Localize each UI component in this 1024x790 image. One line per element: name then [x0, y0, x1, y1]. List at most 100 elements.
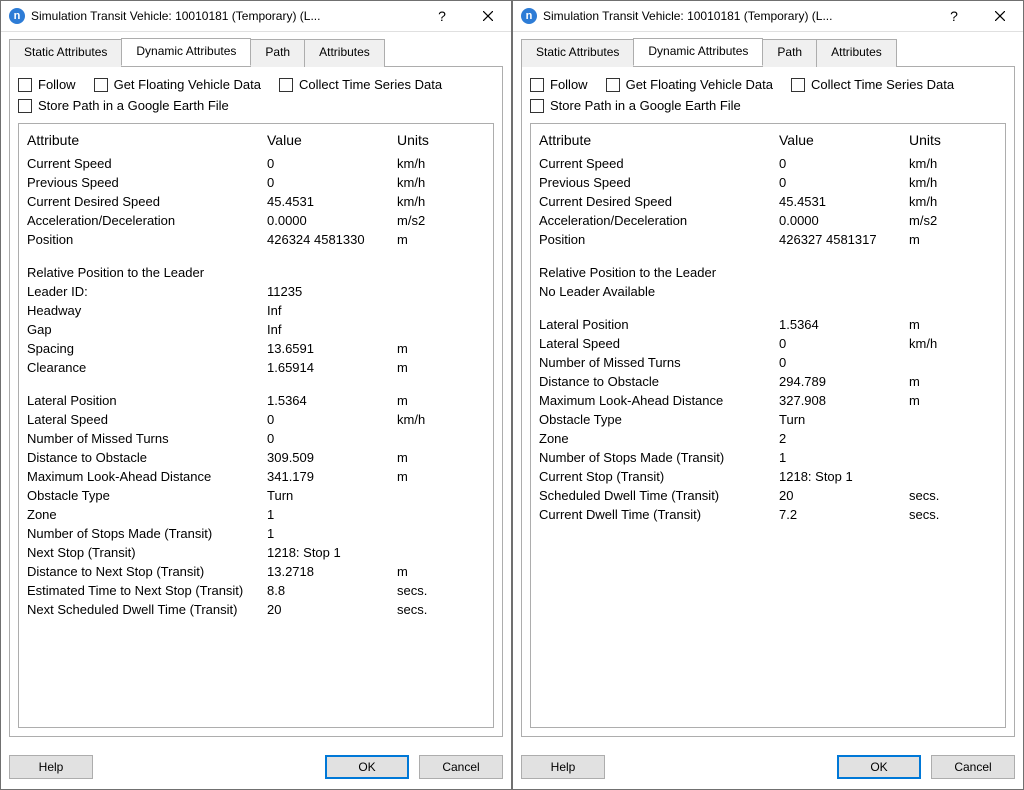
tab-path[interactable]: Path: [250, 39, 305, 67]
close-icon: [483, 11, 493, 21]
attr-units: km/h: [397, 154, 485, 173]
check-label: Store Path in a Google Earth File: [38, 98, 229, 113]
attr-units: [397, 263, 485, 282]
window-title: Simulation Transit Vehicle: 10010181 (Te…: [31, 9, 419, 23]
tab-path[interactable]: Path: [762, 39, 817, 67]
table-row: Scheduled Dwell Time (Transit)20secs.: [539, 486, 997, 505]
attr-units: [909, 467, 997, 486]
attr-value: Inf: [267, 301, 397, 320]
checkbox-icon: [18, 99, 32, 113]
dialog-body: Static AttributesDynamic AttributesPathA…: [1, 32, 511, 745]
attr-units: [909, 448, 997, 467]
tab-static-attributes[interactable]: Static Attributes: [9, 39, 122, 67]
attr-value: 0: [779, 173, 909, 192]
cancel-button[interactable]: Cancel: [931, 755, 1015, 779]
attr-units: km/h: [909, 154, 997, 173]
attr-value: 0: [267, 154, 397, 173]
tab-static-attributes[interactable]: Static Attributes: [521, 39, 634, 67]
attr-units: m: [909, 391, 997, 410]
titlebar-help-button[interactable]: ?: [931, 1, 977, 31]
table-row: Lateral Position1.5364m: [539, 315, 997, 334]
titlebar-close-button[interactable]: [465, 1, 511, 31]
check-label: Get Floating Vehicle Data: [114, 77, 261, 92]
check-collect[interactable]: Collect Time Series Data: [279, 77, 442, 92]
check-collect[interactable]: Collect Time Series Data: [791, 77, 954, 92]
attr-value: 0: [267, 429, 397, 448]
checkbox-icon: [279, 78, 293, 92]
attr-value: 13.2718: [267, 562, 397, 581]
tab-dynamic-attributes[interactable]: Dynamic Attributes: [633, 38, 763, 66]
check-follow[interactable]: Follow: [18, 77, 76, 92]
ok-button[interactable]: OK: [837, 755, 921, 779]
attr-name: Distance to Obstacle: [539, 372, 779, 391]
check-label: Get Floating Vehicle Data: [626, 77, 773, 92]
attr-name: Leader ID:: [27, 282, 267, 301]
table-row: Relative Position to the Leader: [27, 263, 485, 282]
checkbox-icon: [18, 78, 32, 92]
check-store[interactable]: Store Path in a Google Earth File: [530, 98, 741, 113]
attr-value: 11235: [267, 282, 397, 301]
table-row: Number of Missed Turns0: [27, 429, 485, 448]
attr-value: 426324 4581330: [267, 230, 397, 249]
attr-value: 1218: Stop 1: [267, 543, 397, 562]
table-row: Current Speed0km/h: [27, 154, 485, 173]
attr-value: 0: [267, 173, 397, 192]
attr-name: Lateral Position: [539, 315, 779, 334]
attr-value: 0: [267, 410, 397, 429]
attr-value: 13.6591: [267, 339, 397, 358]
titlebar-help-button[interactable]: ?: [419, 1, 465, 31]
attr-units: [909, 282, 997, 301]
attr-value: 1: [267, 524, 397, 543]
table-row: No Leader Available: [539, 282, 997, 301]
attr-units: secs.: [397, 581, 485, 600]
table-row: Previous Speed0km/h: [539, 173, 997, 192]
tab-attributes[interactable]: Attributes: [304, 39, 385, 67]
header-attribute: Attribute: [539, 128, 779, 154]
table-row: Number of Missed Turns0: [539, 353, 997, 372]
cancel-button[interactable]: Cancel: [419, 755, 503, 779]
table-row: Lateral Speed0km/h: [27, 410, 485, 429]
tab-content: Follow Get Floating Vehicle Data Collect T…: [9, 66, 503, 737]
attr-units: m: [397, 562, 485, 581]
dialog-window: nSimulation Transit Vehicle: 10010181 (T…: [0, 0, 512, 790]
app-icon: n: [521, 8, 537, 24]
attr-name: Next Scheduled Dwell Time (Transit): [27, 600, 267, 619]
attr-units: m: [397, 230, 485, 249]
attr-units: [397, 486, 485, 505]
table-row: Current Stop (Transit)1218: Stop 1: [539, 467, 997, 486]
check-follow[interactable]: Follow: [530, 77, 588, 92]
attr-name: Acceleration/Deceleration: [539, 211, 779, 230]
attr-units: m: [397, 467, 485, 486]
attr-units: [909, 429, 997, 448]
close-icon: [995, 11, 1005, 21]
check-store[interactable]: Store Path in a Google Earth File: [18, 98, 229, 113]
tab-dynamic-attributes[interactable]: Dynamic Attributes: [121, 38, 251, 66]
table-row: Position426327 4581317m: [539, 230, 997, 249]
attr-units: [909, 263, 997, 282]
check-floating[interactable]: Get Floating Vehicle Data: [94, 77, 261, 92]
titlebar: nSimulation Transit Vehicle: 10010181 (T…: [513, 1, 1023, 32]
check-row: Follow Get Floating Vehicle Data Collect T…: [530, 75, 1006, 96]
attr-name: Maximum Look-Ahead Distance: [27, 467, 267, 486]
header-value: Value: [267, 128, 397, 154]
attr-value: 309.509: [267, 448, 397, 467]
attr-units: m: [909, 315, 997, 334]
attr-units: km/h: [397, 192, 485, 211]
check-floating[interactable]: Get Floating Vehicle Data: [606, 77, 773, 92]
help-button[interactable]: Help: [9, 755, 93, 779]
header-value: Value: [779, 128, 909, 154]
attr-name: Number of Stops Made (Transit): [27, 524, 267, 543]
ok-button[interactable]: OK: [325, 755, 409, 779]
attr-name: Current Speed: [539, 154, 779, 173]
help-button[interactable]: Help: [521, 755, 605, 779]
attr-value: [267, 263, 397, 282]
attr-name: Number of Missed Turns: [539, 353, 779, 372]
check-row: Follow Get Floating Vehicle Data Collect T…: [18, 75, 494, 96]
attr-value: Turn: [779, 410, 909, 429]
attributes-panel: AttributeValueUnitsCurrent Speed0km/hPre…: [530, 123, 1006, 728]
table-row: Distance to Obstacle309.509m: [27, 448, 485, 467]
attr-value: 327.908: [779, 391, 909, 410]
titlebar-close-button[interactable]: [977, 1, 1023, 31]
tab-attributes[interactable]: Attributes: [816, 39, 897, 67]
attr-units: m: [397, 358, 485, 377]
